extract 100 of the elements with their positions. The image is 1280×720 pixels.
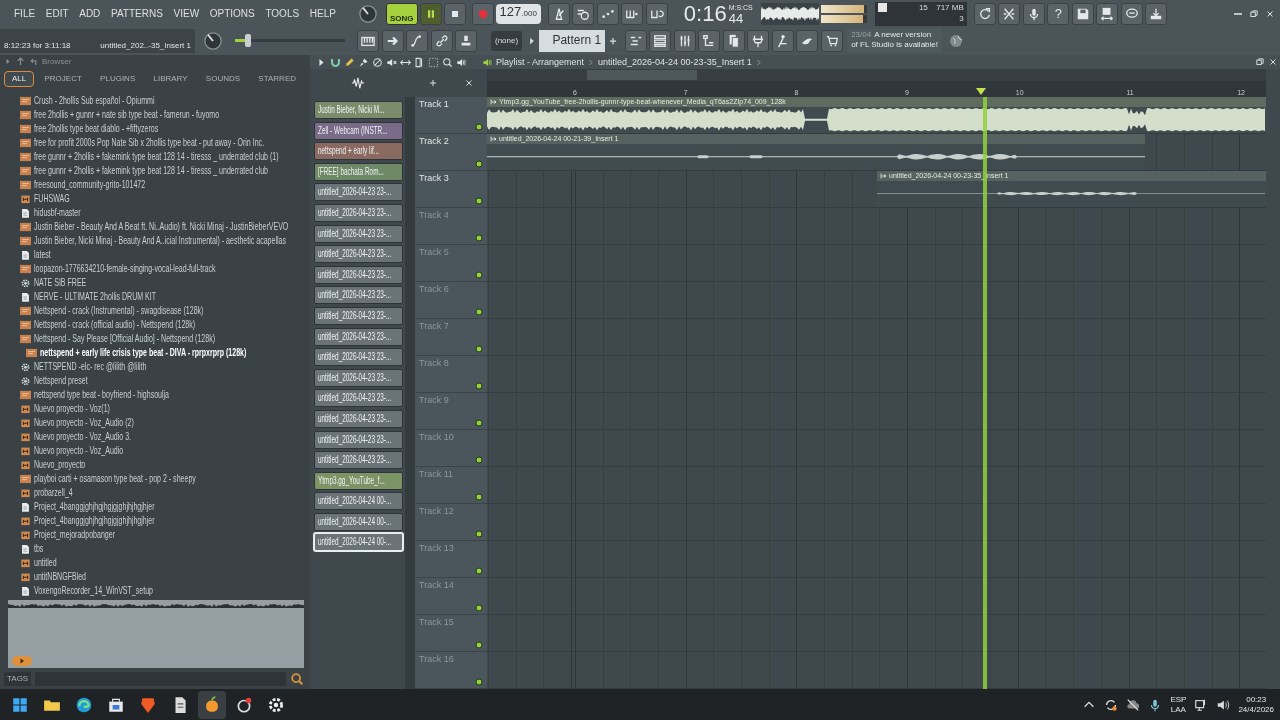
led-icon[interactable]	[475, 271, 483, 279]
play-pause-button[interactable]	[419, 2, 442, 25]
arp-dropdown[interactable]: (none)	[491, 30, 523, 51]
led-icon[interactable]	[475, 456, 483, 464]
browser-item[interactable]: NATE SIB FREE	[34, 276, 87, 290]
preview-play-button[interactable]	[12, 656, 32, 666]
led-icon[interactable]	[475, 197, 483, 205]
browser-item[interactable]: latest	[34, 248, 51, 262]
pattern-picker-item[interactable]: untitled_2026-04-23 23-...	[314, 203, 403, 222]
magnet-icon[interactable]	[330, 56, 341, 68]
search-icon[interactable]	[290, 672, 304, 686]
pattern-picker-item[interactable]: untitled_2026-04-23 23-...	[314, 389, 403, 408]
stamp-button[interactable]	[455, 29, 477, 52]
pattern-picker-item[interactable]: untitled_2026-04-23 23-...	[314, 430, 403, 449]
close-icon[interactable]	[1267, 57, 1278, 67]
browser-item[interactable]: Nettspend preset	[34, 374, 88, 388]
browser-item[interactable]: Nuevo proyecto - Voz_Audio (2)	[34, 416, 134, 430]
cart-button[interactable]	[820, 29, 843, 52]
help-button[interactable]: ?	[1047, 2, 1070, 25]
menu-item[interactable]: TOOLS	[265, 7, 300, 20]
link-button[interactable]	[430, 29, 453, 52]
tempo-field[interactable]: 127.000	[495, 3, 541, 24]
keyboard-layout[interactable]: LAA	[1170, 704, 1186, 715]
piano-button[interactable]	[357, 29, 379, 52]
led-icon[interactable]	[475, 641, 483, 649]
led-icon[interactable]	[475, 419, 483, 427]
browser-item[interactable]: hidusbf-master	[34, 206, 81, 220]
track-header[interactable]: Track 3	[415, 171, 487, 208]
pattern-picker-item[interactable]: Zell - Webcam (INSTR...	[314, 121, 403, 140]
dots-button[interactable]	[596, 2, 619, 25]
refresh-button[interactable]	[973, 2, 996, 25]
browser-item[interactable]: free 2hollis type beat diablo - +fiftyzeros	[34, 122, 159, 136]
plus-icon[interactable]	[428, 78, 438, 88]
stop-button[interactable]	[443, 2, 466, 25]
pattern-selector[interactable]: Pattern 1	[539, 29, 606, 52]
download-button[interactable]	[1145, 2, 1168, 25]
news-text[interactable]: 23/04 A newer version of FL Studio is available!	[851, 29, 939, 50]
browser-item[interactable]: FUHSWAG	[34, 192, 70, 206]
caret-icon[interactable]	[4, 57, 12, 66]
pattern-picker-item[interactable]: untitled_2026-04-23 23-...	[314, 245, 403, 264]
menu-item[interactable]: EDIT	[45, 7, 69, 20]
led-icon[interactable]	[475, 123, 483, 131]
pattern-picker-item[interactable]: nettspend + early lif...	[314, 142, 403, 161]
pattern-picker-item[interactable]: untitled_2026-04-23 23-...	[314, 348, 403, 367]
chat-button[interactable]	[1120, 2, 1143, 25]
pattern-picker-item[interactable]: untitled_2026-04-24 00-...	[314, 512, 403, 531]
browser-item[interactable]: Nuevo proyecto - Voz(1)	[34, 402, 110, 416]
clock-date[interactable]: 24/4/2026	[1238, 704, 1274, 715]
clock-time[interactable]: 00:23	[1246, 694, 1267, 705]
browser-item[interactable]: free for profit 2000s Pop Nate Sib x 2hollis type beat - put away - Orin Inc.	[34, 136, 265, 150]
led-icon[interactable]	[475, 530, 483, 538]
pattern-picker-item[interactable]: untitled_2026-04-24 00-...	[314, 533, 403, 552]
pattern-picker-item[interactable]: untitled_2026-04-23 23-...	[314, 286, 403, 305]
browser-tab[interactable]: STARRED	[250, 71, 304, 87]
back-arrow-icon[interactable]	[29, 57, 38, 66]
browser-item[interactable]: VoxengoRecorder_14_WinVST_setup	[34, 584, 153, 598]
menu-item[interactable]: ADD	[79, 7, 101, 20]
track-header[interactable]: Track 2	[415, 134, 487, 171]
menu-item[interactable]: HELP	[309, 7, 336, 20]
slice-icon[interactable]	[414, 56, 425, 68]
browser-item[interactable]: freesound_community-grito-101472	[34, 178, 146, 192]
pattern-picker-item[interactable]: Ytmp3.gg_YouTube_f...	[314, 471, 403, 490]
led-icon[interactable]	[475, 493, 483, 501]
bird-button[interactable]	[796, 29, 819, 52]
browser-item[interactable]: probarzell_4	[34, 486, 73, 500]
browser-item[interactable]: Project_4banggjghjhgjhgjgjghjhjhgjhjer	[34, 500, 155, 514]
playlist-button[interactable]	[624, 29, 647, 52]
browser-item[interactable]: NERVE - ULTIMATE 2hollis DRUM KIT	[34, 290, 157, 304]
led-icon[interactable]	[475, 567, 483, 575]
zoom-icon[interactable]	[442, 56, 453, 68]
curve-button[interactable]	[406, 29, 428, 52]
step-button[interactable]	[621, 2, 644, 25]
metronome-button[interactable]	[547, 2, 570, 25]
input-language[interactable]: ESP	[1170, 694, 1187, 705]
pattern-picker-item[interactable]: untitled_2026-04-24 00-...	[314, 492, 403, 511]
caret-icon[interactable]	[316, 56, 327, 68]
menu-item[interactable]: VIEW	[173, 7, 200, 20]
led-icon[interactable]	[475, 345, 483, 353]
browser-item[interactable]: Project_4banggjghjhgjhgjgjghjhjhgjhjer	[34, 514, 155, 528]
cloud-off-icon[interactable]	[1126, 697, 1141, 712]
globe-icon[interactable]	[948, 32, 965, 49]
arrow-button[interactable]	[381, 29, 404, 52]
loop-button[interactable]	[645, 2, 668, 25]
browser-item[interactable]: loopazon-1776634210-female-singing-vocal-lead-full-track	[34, 262, 216, 276]
browser-tab[interactable]: LIBRARY	[145, 71, 196, 87]
browser-item[interactable]: Nuevo_proyecto	[34, 458, 86, 472]
pattern-picker-item[interactable]: [FREE] bachata Rom...	[314, 162, 403, 181]
pattern-picker-item[interactable]: untitled_2026-04-23 23-...	[314, 265, 403, 284]
brush-icon[interactable]	[358, 56, 369, 68]
browser-item[interactable]: free gunnr + 2hollis + fakemink type beat 128 14 - tiresss _ underrated club (1)	[34, 150, 279, 164]
pattern-picker-item[interactable]: untitled_2026-04-23 23-...	[314, 368, 403, 387]
browser-item[interactable]: untitled	[34, 556, 57, 570]
browser-item[interactable]: Nettspend - crack (Instrumental) - swagdisease (128k)	[34, 304, 204, 318]
master-volume-knob[interactable]	[358, 3, 378, 24]
pencil-icon[interactable]	[344, 56, 355, 68]
led-icon[interactable]	[475, 382, 483, 390]
browser-item[interactable]: free gunnr + 2hollis + fakemink type beat 128 14 - tiresss _ underrated club	[34, 164, 269, 178]
up-arrow-icon[interactable]	[16, 57, 25, 66]
browser-tab[interactable]: ALL	[4, 71, 35, 87]
pattern-picker-item[interactable]: untitled_2026-04-23 23-...	[314, 409, 403, 428]
